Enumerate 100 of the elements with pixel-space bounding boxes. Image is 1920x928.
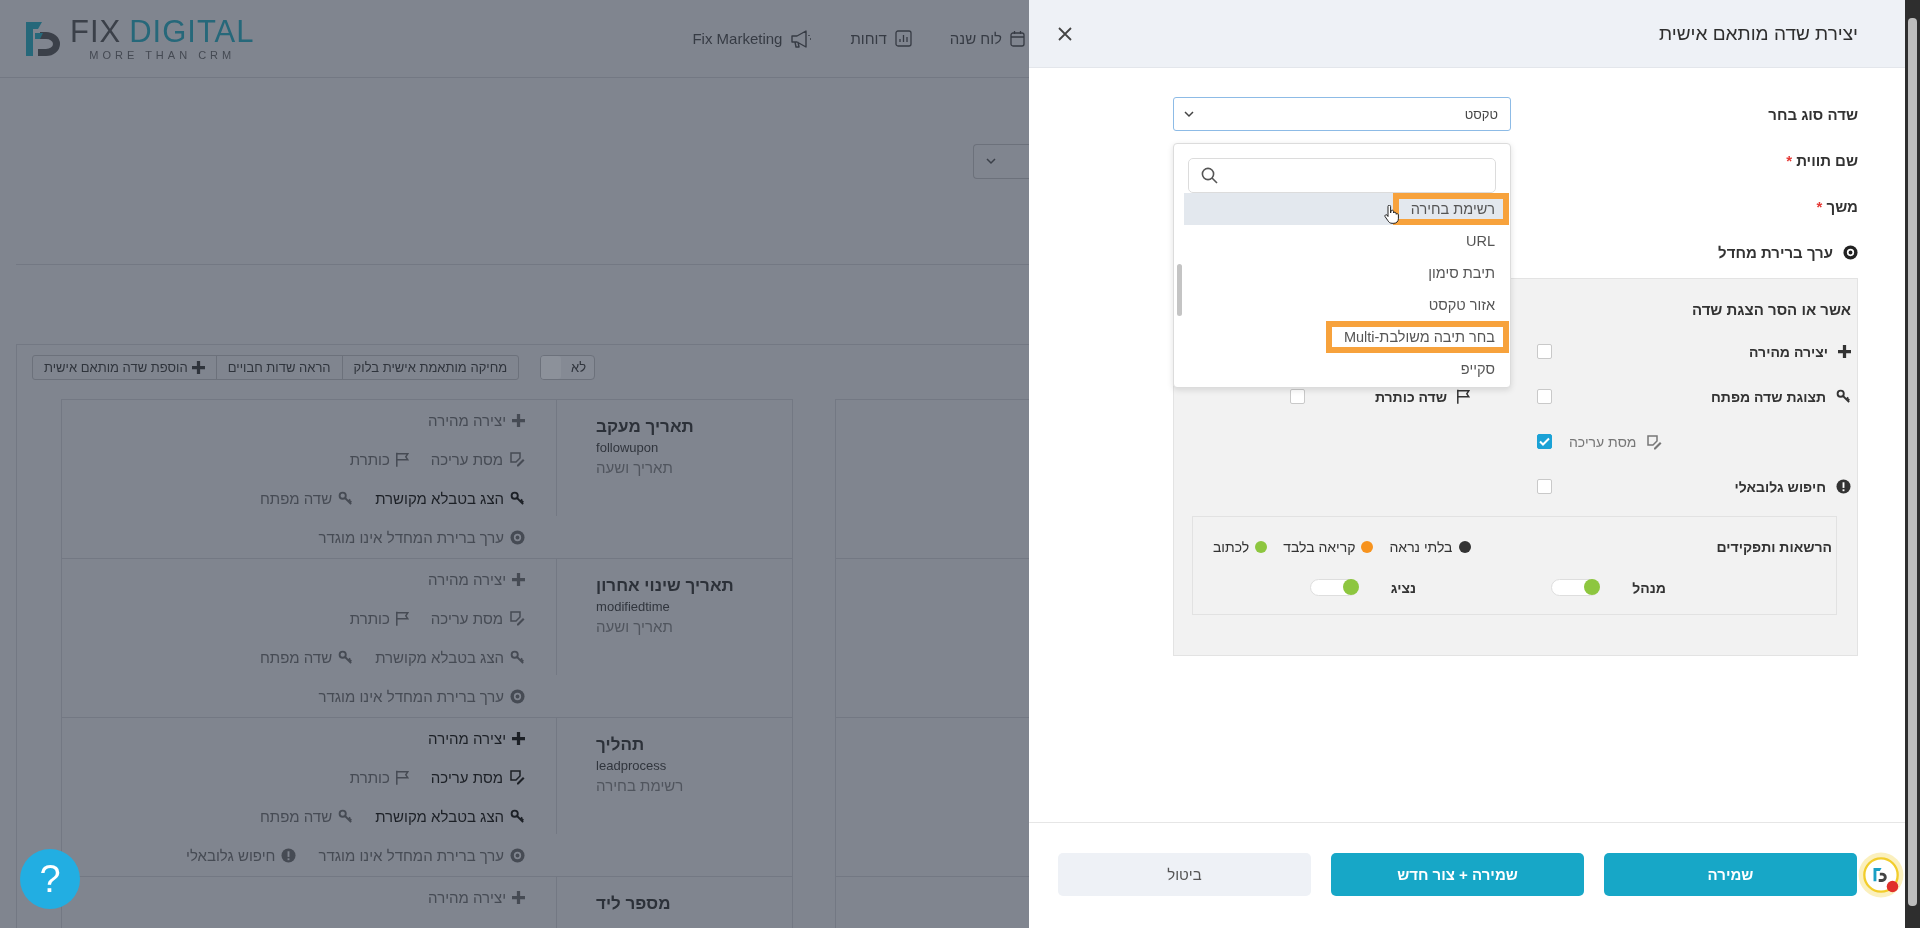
field-title: תאריך מעקב <box>596 416 695 438</box>
chevron-down-icon <box>1184 110 1194 118</box>
plus-icon <box>1838 345 1851 358</box>
field-option[interactable]: הצג בטבלא מקושרת <box>375 806 526 826</box>
calendar-icon <box>1010 30 1025 47</box>
field-option[interactable]: יצירה מהירה <box>428 728 526 748</box>
logo-tagline: MORE THAN CRM <box>89 48 236 61</box>
nav-link[interactable]: Fix Marketing <box>692 29 813 48</box>
option-label: שדה כותרת <box>1374 388 1447 405</box>
bar-chart-icon <box>894 30 912 47</box>
field-option[interactable]: שדה מפתח <box>259 488 354 508</box>
checkbox[interactable] <box>1537 389 1552 404</box>
field-option[interactable]: כותרת <box>349 767 409 787</box>
edit-icon <box>509 769 526 785</box>
field-api-name: modifiedtime <box>596 598 671 616</box>
field-title: מספר ליד <box>596 893 672 915</box>
option-label: יצירה מהירה <box>1749 343 1828 360</box>
close-button[interactable] <box>1056 24 1074 43</box>
scrollbar-thumb[interactable] <box>1908 18 1917 906</box>
dropdown-option[interactable]: סקייפ <box>1184 353 1509 385</box>
plus-icon <box>191 361 205 374</box>
field-option[interactable]: כותרת <box>349 449 409 469</box>
toolbar-button[interactable]: הראה שדות חבויים <box>215 355 343 380</box>
option-label: תצוגת שדה מפתח <box>1711 388 1826 405</box>
chevron-down-icon <box>986 158 996 165</box>
section-title: אשר או הסר הצגת שדה <box>1691 301 1851 320</box>
field-option[interactable]: יצירה מהירה <box>428 410 526 430</box>
field-option[interactable]: יצירה מהירה <box>428 569 526 589</box>
section-title: הרשאות ותפקידים <box>1715 539 1832 555</box>
nav-link[interactable]: לוח שנה <box>949 29 1025 48</box>
dropdown-option[interactable]: תיבת סימון <box>1184 257 1509 289</box>
footer-button[interactable]: ביטול <box>1058 853 1311 896</box>
flag-icon <box>395 610 409 626</box>
field-option[interactable]: שדה מפתח <box>259 647 354 667</box>
search-icon <box>1201 167 1218 184</box>
logo-text: FIX <box>70 16 122 47</box>
role-label: מנהל <box>1632 579 1666 596</box>
toggle-switch[interactable]: לא <box>540 355 596 380</box>
panel-title: יצירת שדה מותאם אישית <box>1659 22 1858 45</box>
dropdown-option[interactable]: אזור טקסט <box>1184 289 1509 321</box>
dropdown-option[interactable]: בחר תיבה משולבת-Multi <box>1184 321 1509 353</box>
slider-thumb[interactable] <box>1584 579 1601 595</box>
key-icon <box>510 649 526 665</box>
plus-icon <box>512 731 526 745</box>
field-type-select[interactable]: טקסט <box>1173 97 1511 131</box>
field-option[interactable]: מסת עריכה <box>430 767 526 787</box>
search-field[interactable] <box>1188 158 1496 193</box>
plus-icon <box>512 413 526 427</box>
field-option[interactable]: כותרת <box>349 608 409 628</box>
field-title: תהליך <box>596 734 646 756</box>
logo-text: DIGITAL <box>129 16 255 47</box>
form-label: ערך ברירת מחדל <box>1718 243 1833 261</box>
footer-button[interactable]: שמירה + צור חדש <box>1331 853 1584 896</box>
toolbar-button[interactable]: מחיקה מותאמת אישית בלוק <box>341 355 520 380</box>
flag-icon <box>395 769 409 785</box>
dropdown-option[interactable]: URL <box>1184 225 1509 257</box>
field-title: תאריך שינוי אחרון <box>596 575 735 597</box>
field-option[interactable]: ערך ברירת המחדל אינו מוגדר <box>318 686 526 706</box>
slider-thumb[interactable] <box>1342 579 1359 595</box>
flag-icon <box>1457 389 1470 404</box>
form-label: משך * <box>1816 197 1858 215</box>
field-option[interactable]: הצג בטבלא מקושרת <box>375 647 526 667</box>
edit-icon <box>1646 433 1663 450</box>
permission-slider[interactable] <box>1309 579 1358 596</box>
key-icon <box>338 649 354 665</box>
field-api-name: leadprocess <box>596 757 668 775</box>
megaphone-icon <box>790 29 813 48</box>
checkbox[interactable] <box>1290 389 1305 404</box>
dropdown-option[interactable]: רשימת בחירה <box>1184 193 1509 225</box>
checkbox[interactable] <box>1537 434 1552 449</box>
edit-icon <box>509 610 526 626</box>
exclamation-icon <box>281 847 297 863</box>
field-option[interactable]: שדה מפתח <box>259 806 354 826</box>
field-api-name: followupon <box>596 439 660 457</box>
role-label: נציג <box>1390 579 1416 596</box>
legend-label: בלתי נראה <box>1389 539 1453 555</box>
field-option[interactable]: ערך ברירת המחדל אינו מוגדר <box>318 845 526 865</box>
plus-icon <box>512 890 526 904</box>
hand-cursor-icon <box>1384 205 1399 224</box>
assistant-badge-icon[interactable] <box>1858 852 1904 898</box>
checkbox[interactable] <box>1537 479 1552 494</box>
field-option[interactable]: מסת עריכה <box>430 449 526 469</box>
nav-link[interactable]: דוחות <box>850 29 912 48</box>
key-icon <box>338 808 354 824</box>
field-option[interactable]: הצג בטבלא מקושרת <box>375 488 526 508</box>
circle-icon <box>510 688 526 704</box>
key-icon <box>510 808 526 824</box>
legend-label: לכתוב <box>1213 539 1250 555</box>
circle-icon <box>510 529 526 545</box>
field-option[interactable]: יצירה מהירה <box>428 887 526 907</box>
field-option[interactable]: מסת עריכה <box>430 608 526 628</box>
toolbar-button[interactable]: הוספת שדה מותאם אישית <box>32 355 217 380</box>
plus-icon <box>512 572 526 586</box>
key-icon <box>1836 389 1851 404</box>
field-option[interactable]: ערך ברירת המחדל אינו מוגדר <box>318 527 526 547</box>
footer-button[interactable]: שמירה <box>1604 853 1857 896</box>
permission-slider[interactable] <box>1551 579 1600 596</box>
field-option[interactable]: חיפוש גלובאלי <box>186 845 297 865</box>
checkbox[interactable] <box>1537 344 1552 359</box>
key-icon <box>510 490 526 506</box>
